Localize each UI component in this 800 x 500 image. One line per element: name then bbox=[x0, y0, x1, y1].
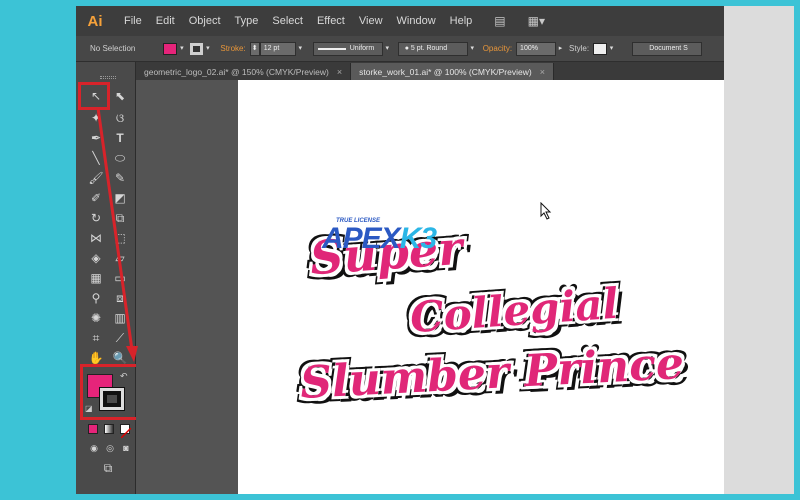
blob-brush-icon[interactable]: ✐ bbox=[88, 190, 104, 206]
opacity-dropdown-icon[interactable]: ▸ bbox=[556, 43, 565, 55]
opacity-input[interactable]: 100% bbox=[516, 41, 557, 56]
stroke-weight-dropdown-icon[interactable]: ▾ bbox=[296, 43, 305, 55]
width-tool-icon[interactable]: ⋈ bbox=[88, 230, 104, 246]
gradient-mode-button[interactable] bbox=[104, 424, 114, 434]
close-icon[interactable]: × bbox=[337, 67, 342, 77]
brush-dropdown-icon[interactable]: ▾ bbox=[468, 43, 477, 55]
stroke-label[interactable]: Stroke: bbox=[220, 44, 245, 53]
opacity-label[interactable]: Opacity: bbox=[483, 44, 512, 53]
stroke-weight-input[interactable]: 12 pt bbox=[259, 41, 296, 56]
menu-select[interactable]: Select bbox=[272, 15, 303, 27]
stroke-dropdown-icon[interactable]: ▾ bbox=[203, 43, 212, 55]
selection-tool-highlight bbox=[78, 82, 110, 110]
style-dropdown-icon[interactable]: ▾ bbox=[607, 43, 616, 55]
paintbrush-tool-icon[interactable]: 🖌 bbox=[88, 170, 104, 186]
watermark-logo: APEXK3 bbox=[322, 222, 437, 255]
profile-dropdown-icon[interactable]: ▾ bbox=[383, 43, 392, 55]
brush-definition[interactable]: ● 5 pt. Round bbox=[397, 41, 468, 56]
color-mode-button[interactable] bbox=[88, 424, 98, 434]
menu-help[interactable]: Help bbox=[450, 15, 473, 27]
close-icon[interactable]: × bbox=[540, 67, 545, 77]
lasso-tool-icon[interactable]: ଓ bbox=[112, 110, 128, 126]
menu-type[interactable]: Type bbox=[235, 15, 259, 27]
mesh-tool-icon[interactable]: ▦ bbox=[88, 270, 104, 286]
perspective-grid-icon[interactable]: ▱ bbox=[112, 250, 128, 266]
type-tool-icon[interactable]: T bbox=[112, 130, 128, 146]
app-logo: Ai bbox=[87, 12, 103, 30]
magic-wand-icon[interactable]: ✦ bbox=[88, 110, 104, 126]
draw-inside-icon[interactable]: ◙ bbox=[118, 440, 134, 456]
eyedropper-tool-icon[interactable]: ⚲ bbox=[88, 290, 104, 306]
selection-label: No Selection bbox=[90, 44, 136, 53]
eraser-tool-icon[interactable]: ◩ bbox=[112, 190, 128, 206]
scale-tool-icon[interactable]: ⧉ bbox=[112, 210, 128, 226]
none-mode-button[interactable] bbox=[120, 424, 132, 439]
tab-storke-work[interactable]: storke_work_01.ai* @ 100% (CMYK/Preview)… bbox=[351, 63, 554, 80]
graphic-style-swatch[interactable] bbox=[593, 42, 608, 55]
document-setup-button[interactable]: Document S bbox=[632, 41, 703, 56]
brush-dot-icon: ● bbox=[404, 44, 409, 52]
line-tool-icon[interactable]: ╲ bbox=[88, 150, 104, 166]
symbol-sprayer-icon[interactable]: ✺ bbox=[88, 310, 104, 326]
pencil-tool-icon[interactable]: ✎ bbox=[112, 170, 128, 186]
fill-stroke-highlight bbox=[80, 364, 144, 420]
control-bar: No Selection ▾ ▾ Stroke: ⬍ 12 pt ▾ Unifo… bbox=[76, 36, 724, 62]
background-frame: Ai File Edit Object Type Select Effect V… bbox=[0, 0, 800, 500]
panel-grip[interactable] bbox=[100, 76, 116, 79]
tools-panel: ↖ ⬉ ✦ ଓ ✒ T ╲ ⬭ 🖌 ✎ ✐ ◩ ↻ ⧉ ⋈ ⬚ ◈ ▱ ▦ ▭ … bbox=[76, 62, 144, 494]
menu-file[interactable]: File bbox=[124, 15, 142, 27]
fill-dropdown-icon[interactable]: ▾ bbox=[177, 43, 186, 55]
shape-builder-icon[interactable]: ◈ bbox=[88, 250, 104, 266]
menu-effect[interactable]: Effect bbox=[317, 15, 345, 27]
column-graph-icon[interactable]: ▥ bbox=[112, 310, 128, 326]
menu-edit[interactable]: Edit bbox=[156, 15, 175, 27]
free-transform-icon[interactable]: ⬚ bbox=[112, 230, 128, 246]
slice-tool-icon[interactable]: ⟋ bbox=[112, 330, 128, 346]
stroke-stepper[interactable]: ⬍ bbox=[249, 41, 260, 56]
menu-bar: Ai File Edit Object Type Select Effect V… bbox=[76, 6, 724, 36]
menu-view[interactable]: View bbox=[359, 15, 383, 27]
ellipse-tool-icon[interactable]: ⬭ bbox=[112, 150, 128, 166]
right-panel-edge bbox=[724, 6, 794, 494]
gradient-tool-icon[interactable]: ▭ bbox=[112, 270, 128, 286]
document-tabs: geometric_logo_02.ai* @ 150% (CMYK/Previ… bbox=[136, 62, 724, 80]
fill-color-swatch[interactable] bbox=[163, 42, 178, 55]
stroke-color-swatch[interactable] bbox=[190, 42, 204, 55]
direct-selection-tool-icon[interactable]: ⬉ bbox=[112, 88, 128, 104]
draw-behind-icon[interactable]: ◎ bbox=[102, 440, 118, 456]
variable-width-profile[interactable]: Uniform bbox=[312, 41, 383, 56]
tab-geometric-logo[interactable]: geometric_logo_02.ai* @ 150% (CMYK/Previ… bbox=[136, 63, 352, 80]
artboard[interactable] bbox=[238, 80, 724, 494]
bridge-icon[interactable]: ▤ bbox=[494, 14, 505, 28]
menu-window[interactable]: Window bbox=[397, 15, 436, 27]
menu-object[interactable]: Object bbox=[189, 15, 221, 27]
pen-tool-icon[interactable]: ✒ bbox=[88, 130, 104, 146]
screen-mode-icon[interactable]: ⧉ bbox=[100, 460, 116, 476]
mouse-cursor-icon bbox=[540, 202, 552, 220]
style-label: Style: bbox=[569, 44, 590, 53]
rotate-tool-icon[interactable]: ↻ bbox=[88, 210, 104, 226]
arrange-documents-icon[interactable]: ▦▾ bbox=[528, 14, 545, 28]
artboard-tool-icon[interactable]: ⌗ bbox=[88, 330, 104, 346]
draw-normal-icon[interactable]: ◉ bbox=[86, 440, 102, 456]
blend-tool-icon[interactable]: ⧈ bbox=[112, 290, 128, 306]
